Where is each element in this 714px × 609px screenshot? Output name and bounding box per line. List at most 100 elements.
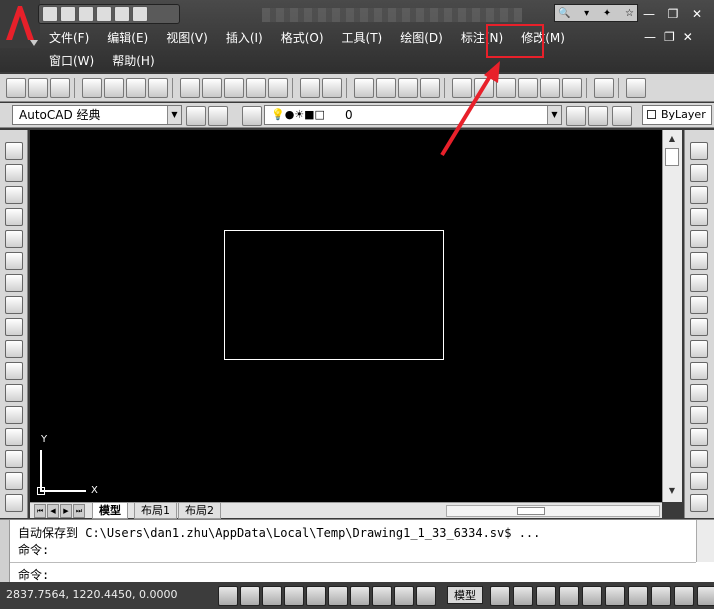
polar-tracking-icon[interactable] bbox=[284, 586, 304, 606]
tab-model[interactable]: 模型 bbox=[92, 503, 128, 519]
menu-help[interactable]: 帮助(H) bbox=[103, 51, 163, 71]
polyline-icon[interactable] bbox=[5, 186, 23, 204]
coordinate-readout[interactable]: 2837.7564, 1220.4450, 0.0000 bbox=[6, 588, 177, 601]
help-icon[interactable]: ✦ bbox=[603, 8, 611, 19]
copy-object-icon[interactable] bbox=[690, 164, 708, 182]
calculator-icon[interactable] bbox=[562, 77, 582, 98]
showmotion-icon[interactable] bbox=[605, 586, 625, 606]
menu-view[interactable]: 视图(V) bbox=[157, 28, 217, 48]
region-icon[interactable] bbox=[5, 494, 23, 512]
revision-cloud-icon[interactable] bbox=[5, 296, 23, 314]
menu-window[interactable]: 窗口(W) bbox=[40, 51, 103, 71]
command-scrollbar[interactable] bbox=[696, 520, 714, 562]
chevron-down-icon[interactable]: ▼ bbox=[167, 106, 181, 124]
quick-view-layouts-icon[interactable] bbox=[490, 586, 510, 606]
line-icon[interactable] bbox=[5, 142, 23, 160]
previous-tab-icon[interactable]: ◀ bbox=[47, 504, 59, 518]
last-tab-icon[interactable]: ⏭ bbox=[73, 504, 85, 518]
tab-layout2[interactable]: 布局2 bbox=[178, 503, 221, 519]
chevron-down-icon[interactable]: ▾ bbox=[584, 8, 589, 19]
object-snap-tracking-icon[interactable] bbox=[328, 586, 348, 606]
lineweight-icon[interactable] bbox=[394, 586, 414, 606]
layer-match-icon[interactable] bbox=[612, 106, 632, 126]
block-editor-icon[interactable] bbox=[268, 77, 288, 98]
save-icon[interactable] bbox=[78, 6, 94, 22]
doc-restore-icon[interactable]: ❐ bbox=[664, 30, 675, 44]
layer-previous-icon[interactable] bbox=[566, 106, 586, 126]
match-properties-icon[interactable] bbox=[246, 77, 266, 98]
workspace-settings-icon[interactable] bbox=[186, 106, 206, 126]
pan-icon[interactable] bbox=[536, 586, 556, 606]
print-preview-icon[interactable] bbox=[104, 77, 124, 98]
print-icon[interactable] bbox=[82, 77, 102, 98]
annotation-scale-icon[interactable] bbox=[628, 586, 648, 606]
publish-icon[interactable] bbox=[126, 77, 146, 98]
menu-insert[interactable]: 插入(I) bbox=[217, 28, 272, 48]
model-space-button[interactable]: 模型 bbox=[447, 586, 483, 604]
trim-icon[interactable] bbox=[690, 340, 708, 358]
arc-icon[interactable] bbox=[5, 252, 23, 270]
extend-icon[interactable] bbox=[690, 362, 708, 380]
mirror-icon[interactable] bbox=[690, 186, 708, 204]
drawn-rectangle[interactable] bbox=[224, 230, 444, 360]
quick-view-drawings-icon[interactable] bbox=[513, 586, 533, 606]
save-icon[interactable] bbox=[50, 77, 70, 98]
spline-icon[interactable] bbox=[5, 318, 23, 336]
hatch-icon[interactable] bbox=[5, 450, 23, 468]
polygon-icon[interactable] bbox=[5, 208, 23, 226]
vertical-scrollbar[interactable]: ▲ ▼ bbox=[662, 130, 682, 502]
scroll-down-icon[interactable]: ▼ bbox=[665, 484, 679, 498]
circle-icon[interactable] bbox=[5, 274, 23, 292]
break-at-point-icon[interactable] bbox=[690, 384, 708, 402]
offset-icon[interactable] bbox=[690, 208, 708, 226]
copy-icon[interactable] bbox=[202, 77, 222, 98]
command-input[interactable]: 命令: bbox=[18, 566, 49, 583]
zoom-icon[interactable] bbox=[559, 586, 579, 606]
next-tab-icon[interactable]: ▶ bbox=[60, 504, 72, 518]
chamfer-icon[interactable] bbox=[690, 450, 708, 468]
help-icon[interactable] bbox=[594, 77, 614, 98]
dynamic-ucs-icon[interactable] bbox=[350, 586, 370, 606]
restore-icon[interactable]: ❐ bbox=[664, 6, 682, 22]
scroll-thumb[interactable] bbox=[517, 507, 545, 515]
scroll-thumb[interactable] bbox=[665, 148, 679, 166]
move-icon[interactable] bbox=[690, 252, 708, 270]
construction-line-icon[interactable] bbox=[5, 164, 23, 182]
break-icon[interactable] bbox=[690, 406, 708, 424]
command-window-handle[interactable] bbox=[0, 520, 10, 583]
explode-icon[interactable] bbox=[690, 494, 708, 512]
redo-icon[interactable] bbox=[132, 6, 148, 22]
insert-block-icon[interactable] bbox=[5, 384, 23, 402]
tab-layout1[interactable]: 布局1 bbox=[134, 503, 177, 519]
point-icon[interactable] bbox=[5, 428, 23, 446]
object-snap-icon[interactable] bbox=[306, 586, 326, 606]
layer-select[interactable]: 💡●☀■□ 0 ▼ bbox=[264, 105, 562, 125]
ortho-mode-icon[interactable] bbox=[262, 586, 282, 606]
erase-icon[interactable] bbox=[690, 142, 708, 160]
undo-icon[interactable] bbox=[300, 77, 320, 98]
quick-properties-icon[interactable] bbox=[416, 586, 436, 606]
gradient-icon[interactable] bbox=[5, 472, 23, 490]
first-tab-icon[interactable]: ⏮ bbox=[34, 504, 46, 518]
color-select[interactable]: ByLayer bbox=[642, 105, 712, 125]
menu-format[interactable]: 格式(O) bbox=[272, 28, 333, 48]
ellipse-arc-icon[interactable] bbox=[5, 362, 23, 380]
minimize-icon[interactable]: — bbox=[640, 6, 658, 22]
rotate-icon[interactable] bbox=[690, 274, 708, 292]
fillet-icon[interactable] bbox=[690, 472, 708, 490]
steering-wheel-icon[interactable] bbox=[582, 586, 602, 606]
close-icon[interactable]: ✕ bbox=[688, 6, 706, 22]
menu-file[interactable]: 文件(F) bbox=[40, 28, 98, 48]
horizontal-scrollbar[interactable] bbox=[446, 505, 660, 517]
autocad-logo-icon[interactable] bbox=[0, 0, 40, 48]
chevron-down-icon[interactable]: ▼ bbox=[547, 106, 561, 124]
doc-close-icon[interactable]: ✕ bbox=[683, 30, 693, 44]
rectangle-icon[interactable] bbox=[5, 230, 23, 248]
open-icon[interactable] bbox=[60, 6, 76, 22]
sheet-set-icon[interactable] bbox=[518, 77, 538, 98]
menu-tools[interactable]: 工具(T) bbox=[333, 28, 392, 48]
cut-icon[interactable] bbox=[180, 77, 200, 98]
make-block-icon[interactable] bbox=[5, 406, 23, 424]
3d-dwf-icon[interactable] bbox=[148, 77, 168, 98]
workspace-switching-icon[interactable] bbox=[651, 586, 671, 606]
